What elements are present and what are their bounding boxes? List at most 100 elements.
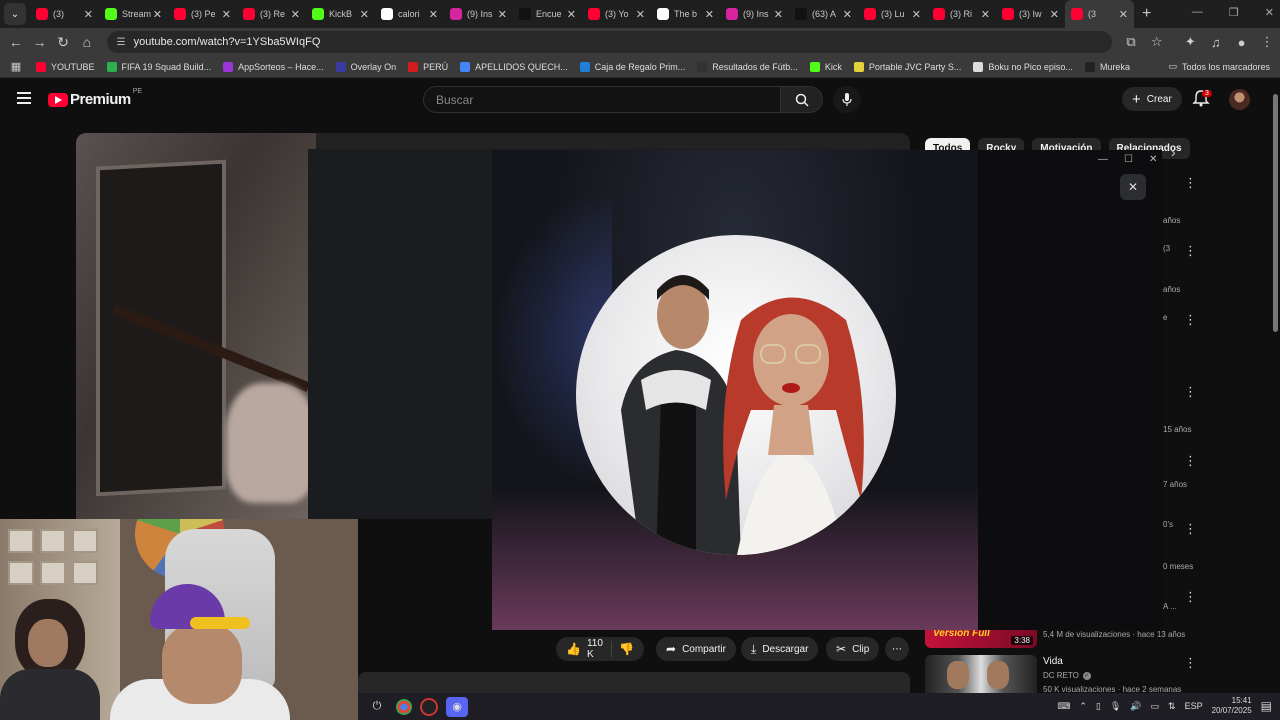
microphone-tray-icon[interactable]: 🎙 bbox=[1110, 701, 1121, 712]
like-count[interactable]: 110 K bbox=[587, 638, 603, 660]
browser-tab[interactable]: Stream ✕ bbox=[99, 0, 168, 28]
browser-tab[interactable]: (63) A ✕ bbox=[789, 0, 858, 28]
obs-taskbar-icon[interactable] bbox=[420, 697, 438, 716]
more-actions-icon[interactable]: ⋮ bbox=[1184, 385, 1197, 398]
more-actions-icon[interactable]: ⋮ bbox=[1184, 244, 1197, 257]
apps-grid-icon[interactable]: ▦ bbox=[4, 60, 28, 73]
close-tab-icon[interactable]: ✕ bbox=[774, 8, 783, 21]
chrome-menu-icon[interactable]: ⋮ bbox=[1254, 34, 1280, 50]
minimize-icon[interactable]: — bbox=[1192, 6, 1203, 19]
browser-tab[interactable]: (3) Pe ✕ bbox=[168, 0, 237, 28]
close-tab-icon[interactable]: ✕ bbox=[153, 8, 162, 21]
close-tab-icon[interactable]: ✕ bbox=[360, 8, 369, 21]
browser-tab[interactable]: KickB ✕ bbox=[306, 0, 375, 28]
close-tab-icon[interactable]: ✕ bbox=[705, 8, 714, 21]
dislike-icon[interactable]: 👎 bbox=[619, 642, 634, 656]
page-scrollbar[interactable] bbox=[1270, 80, 1280, 693]
forward-icon[interactable]: → bbox=[28, 34, 52, 50]
media-control-icon[interactable]: ♫ bbox=[1203, 35, 1229, 50]
browser-tab[interactable]: Encue ✕ bbox=[513, 0, 582, 28]
share-button[interactable]: ➦ Compartir bbox=[656, 637, 736, 661]
network-icon[interactable]: ⇅ bbox=[1168, 701, 1176, 712]
voice-search-button[interactable] bbox=[833, 86, 861, 113]
close-tab-icon[interactable]: ✕ bbox=[843, 8, 852, 21]
profile-icon[interactable]: ● bbox=[1229, 35, 1255, 50]
bookmark-item[interactable]: Overlay On bbox=[335, 61, 396, 72]
more-actions-icon[interactable]: ⋮ bbox=[1184, 454, 1197, 467]
keyboard-icon[interactable]: ⌨ bbox=[1057, 701, 1070, 712]
search-input[interactable]: Buscar bbox=[423, 86, 781, 113]
close-tab-icon[interactable]: ✕ bbox=[567, 8, 576, 21]
browser-tab[interactable]: (3) Ri ✕ bbox=[927, 0, 996, 28]
reload-icon[interactable]: ↻ bbox=[51, 34, 75, 51]
more-actions-icon[interactable]: ⋮ bbox=[1184, 313, 1197, 326]
close-tab-icon[interactable]: ✕ bbox=[429, 8, 438, 21]
close-window-icon[interactable]: ✕ bbox=[1149, 154, 1157, 165]
youtube-premium-logo[interactable]: Premium PE bbox=[48, 88, 142, 108]
download-button[interactable]: ⤓ Descargar bbox=[741, 637, 819, 661]
description-box[interactable] bbox=[358, 672, 910, 693]
more-actions-icon[interactable]: ⋮ bbox=[1184, 590, 1197, 603]
language-indicator[interactable]: ESP bbox=[1185, 701, 1203, 711]
profile-photo[interactable] bbox=[576, 235, 896, 555]
home-icon[interactable]: ⌂ bbox=[75, 34, 99, 50]
account-avatar[interactable] bbox=[1229, 89, 1250, 110]
maximize-icon[interactable]: ☐ bbox=[1124, 154, 1133, 165]
restore-icon[interactable]: ❐ bbox=[1229, 6, 1239, 19]
bookmark-item[interactable]: Portable JVC Party S... bbox=[853, 61, 961, 72]
close-tab-icon[interactable]: ✕ bbox=[981, 8, 990, 21]
bookmark-item[interactable]: APELLIDOS QUECH... bbox=[460, 61, 568, 72]
recommendation-thumbnail[interactable] bbox=[925, 655, 1037, 693]
volume-icon[interactable]: 🔊 bbox=[1130, 701, 1141, 712]
browser-tab[interactable]: (3) Yo ✕ bbox=[582, 0, 651, 28]
close-viewer-button[interactable]: ✕ bbox=[1120, 174, 1146, 200]
close-tab-icon[interactable]: ✕ bbox=[291, 8, 300, 21]
power-icon[interactable]: ⏻ bbox=[366, 697, 388, 717]
install-app-icon[interactable]: ⧉ bbox=[1118, 34, 1144, 50]
guide-menu-icon[interactable] bbox=[17, 92, 31, 104]
bookmark-item[interactable]: Resultados de Fútb... bbox=[697, 61, 798, 72]
close-tab-icon[interactable]: ✕ bbox=[912, 8, 921, 21]
close-tab-icon[interactable]: ✕ bbox=[222, 8, 231, 21]
recommendation-channel[interactable]: DC RETO ✓ bbox=[1043, 671, 1091, 680]
site-info-icon[interactable]: ☰ bbox=[117, 37, 126, 48]
browser-tab[interactable]: (3 ✕ bbox=[1065, 0, 1134, 28]
browser-tab[interactable]: (3) Re ✕ bbox=[237, 0, 306, 28]
tray-expand-icon[interactable]: ⌃ bbox=[1079, 701, 1087, 712]
more-actions-icon[interactable]: ⋮ bbox=[1184, 522, 1197, 535]
more-actions-button[interactable]: ⋯ bbox=[885, 637, 909, 661]
browser-tab[interactable]: (9) Ins ✕ bbox=[720, 0, 789, 28]
close-tab-icon[interactable]: ✕ bbox=[636, 8, 645, 21]
bookmark-item[interactable]: PERÚ bbox=[408, 61, 448, 72]
browser-tab[interactable]: calori ✕ bbox=[375, 0, 444, 28]
close-tab-icon[interactable]: ✕ bbox=[84, 8, 93, 21]
recommendation-title[interactable]: Vida bbox=[1043, 656, 1063, 667]
more-actions-icon[interactable]: ⋮ bbox=[1184, 656, 1197, 669]
bookmark-item[interactable]: Caja de Regalo Prim... bbox=[579, 61, 685, 72]
chrome-taskbar-icon[interactable] bbox=[396, 698, 412, 715]
back-icon[interactable]: ← bbox=[4, 34, 28, 50]
bookmark-item[interactable]: FIFA 19 Squad Build... bbox=[106, 61, 211, 72]
close-tab-icon[interactable]: ✕ bbox=[1119, 8, 1128, 21]
scrollbar-thumb[interactable] bbox=[1273, 94, 1278, 332]
close-tab-icon[interactable]: ✕ bbox=[1050, 8, 1059, 21]
tab-search-button[interactable]: ⌄ bbox=[4, 3, 26, 25]
notifications-center-icon[interactable]: ▤ bbox=[1261, 699, 1272, 713]
extensions-icon[interactable]: ✦ bbox=[1177, 34, 1203, 50]
bookmark-item[interactable]: Mureka bbox=[1084, 61, 1130, 72]
browser-tab[interactable]: (3) ✕ bbox=[30, 0, 99, 28]
bookmark-item[interactable]: YOUTUBE bbox=[36, 61, 95, 72]
new-tab-button[interactable]: + bbox=[1142, 5, 1151, 23]
browser-tab[interactable]: (3) Iw ✕ bbox=[996, 0, 1065, 28]
minimize-icon[interactable]: — bbox=[1098, 154, 1108, 165]
address-bar[interactable]: ☰ youtube.com/watch?v=1YSba5WIqFQ bbox=[106, 31, 1113, 53]
chips-next-icon[interactable]: › bbox=[1171, 144, 1176, 160]
create-button[interactable]: + Crear bbox=[1122, 87, 1182, 111]
bookmark-item[interactable]: Kick bbox=[809, 61, 842, 72]
battery-icon[interactable]: ▭ bbox=[1151, 701, 1160, 712]
close-tab-icon[interactable]: ✕ bbox=[498, 8, 507, 21]
discord-taskbar-icon[interactable]: ◉ bbox=[446, 696, 468, 717]
more-actions-icon[interactable]: ⋮ bbox=[1184, 176, 1197, 189]
all-bookmarks-folder[interactable]: ▭ Todos los marcadores bbox=[1168, 61, 1270, 72]
close-window-icon[interactable]: ✕ bbox=[1265, 6, 1274, 19]
